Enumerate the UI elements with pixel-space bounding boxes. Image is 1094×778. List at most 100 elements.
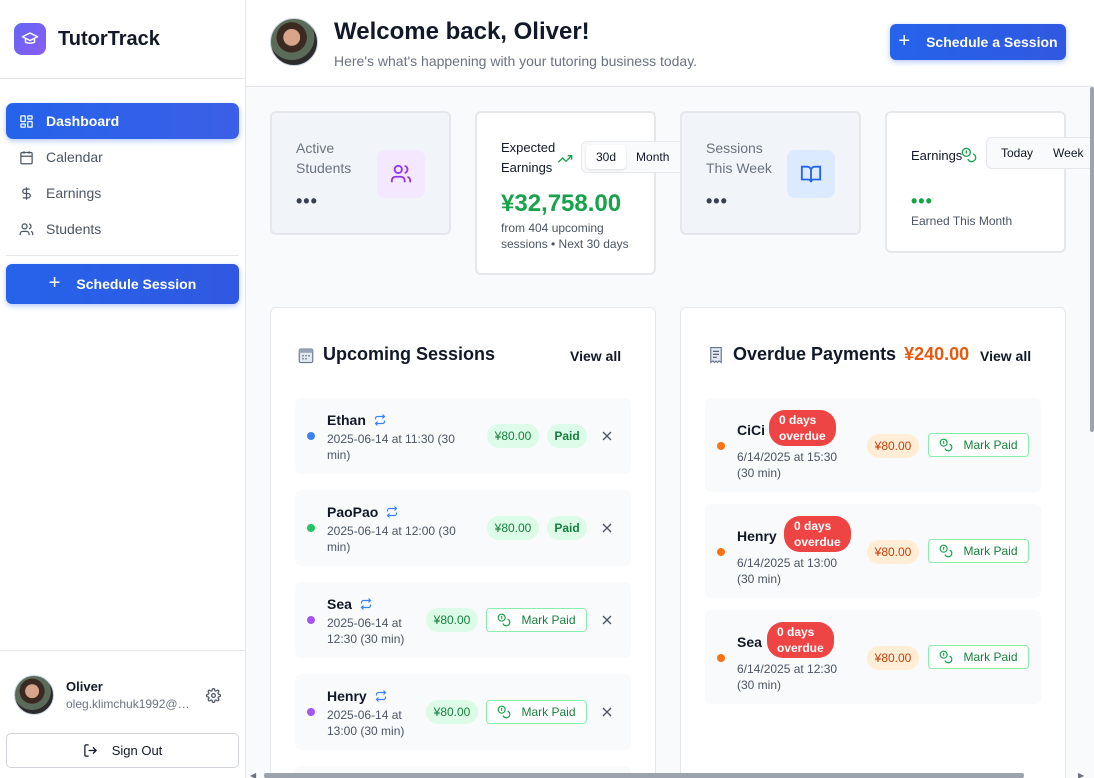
plus-icon: + (898, 29, 911, 52)
loading-indicator: ••• (296, 191, 318, 211)
overdue-badge: 0 days overdue (784, 516, 851, 552)
session-row[interactable]: Henry 2025-06-14 at 13:00 (30 min) ¥80.0… (295, 674, 631, 750)
overdue-row[interactable]: Sea 0 days overdue 6/14/2025 at 12:30 (3… (705, 610, 1041, 704)
range-30d[interactable]: 30d (586, 145, 627, 169)
mark-paid-button[interactable]: Mark Paid (928, 645, 1029, 669)
avatar (270, 18, 318, 66)
close-icon[interactable] (600, 705, 614, 719)
overdue-payments-panel: Overdue Payments ¥240.00 View all CiCi 0… (680, 307, 1066, 778)
expected-amount: ¥32,758.00 (501, 190, 622, 217)
range-today[interactable]: Today (991, 141, 1043, 165)
amount-badge: ¥80.00 (487, 516, 539, 540)
user-name: Oliver (66, 679, 103, 694)
close-icon[interactable] (600, 429, 614, 443)
stat-card-sessions-week: Sessions This Week ••• (680, 111, 861, 235)
vertical-scrollbar[interactable] (1090, 87, 1094, 432)
users-icon (377, 150, 425, 198)
log-out-icon (83, 743, 98, 758)
repeat-icon (374, 414, 386, 426)
range-week[interactable]: Week (1043, 141, 1093, 165)
calendar-icon (297, 346, 315, 364)
stat-card-active-students: Active Students ••• (270, 111, 451, 235)
users-icon (18, 221, 34, 237)
status-dot (307, 616, 315, 624)
amount-badge: ¥80.00 (867, 646, 919, 670)
loading-indicator: ••• (706, 191, 728, 211)
book-open-icon (787, 150, 835, 198)
status-dot (307, 432, 315, 440)
mark-paid-button[interactable]: Mark Paid (928, 539, 1029, 563)
sidebar-item-students[interactable]: Students (6, 211, 239, 247)
mark-paid-button[interactable]: Mark Paid (486, 700, 587, 724)
amount-badge: ¥80.00 (426, 608, 478, 632)
sidebar: TutorTrack Dashboard Calendar Earnings S… (0, 0, 246, 778)
schedule-a-session-button[interactable]: + Schedule a Session (890, 24, 1066, 60)
scroll-left-arrow[interactable]: ◀ (250, 771, 256, 778)
status-dot (717, 548, 725, 556)
receipt-icon (707, 346, 725, 364)
sidebar-item-label: Earnings (46, 185, 102, 201)
overdue-badge: 0 days overdue (767, 622, 834, 658)
overdue-row[interactable]: Henry 0 days overdue 6/14/2025 at 13:00 … (705, 504, 1041, 598)
graduation-cap-icon (14, 23, 46, 55)
overdue-badge: 0 days overdue (769, 410, 836, 446)
repeat-icon (360, 598, 372, 610)
horizontal-scrollbar[interactable] (264, 773, 1024, 778)
view-all-upcoming-link[interactable]: View all (570, 348, 621, 364)
schedule-session-button[interactable]: + Schedule Session (6, 264, 239, 304)
coins-icon (497, 705, 511, 719)
calendar-icon (18, 149, 34, 165)
upcoming-sessions-panel: Upcoming Sessions View all Ethan 2025-06… (270, 307, 656, 778)
amount-badge: ¥80.00 (867, 540, 919, 564)
range-month[interactable]: Month (626, 145, 679, 169)
session-row[interactable]: Sea 2025-06-14 at 12:30 (30 min) ¥80.00 … (295, 582, 631, 658)
page-header: Welcome back, Oliver! Here's what's happ… (246, 0, 1094, 87)
close-icon[interactable] (600, 613, 614, 627)
loading-indicator: ••• (911, 191, 933, 211)
sidebar-item-earnings[interactable]: Earnings (6, 175, 239, 211)
stat-card-expected-earnings: Expected Earnings 30d Month ¥32,758.00 f… (475, 111, 699, 275)
user-email: oleg.klimchuk1992@gmail.com (66, 697, 194, 711)
amount-badge: ¥80.00 (867, 434, 919, 458)
page-subtitle: Here's what's happening with your tutori… (334, 53, 698, 69)
plus-icon: + (48, 271, 61, 294)
coins-icon (497, 613, 511, 627)
panel-title: Overdue Payments ¥240.00 (707, 344, 969, 365)
coins-icon (961, 147, 977, 168)
repeat-icon (386, 506, 398, 518)
session-row[interactable]: PaoPao 2025-06-14 at 12:00 (30 min) ¥80.… (295, 490, 631, 566)
sidebar-nav: Dashboard Calendar Earnings Students + S… (0, 79, 245, 304)
grid-icon (18, 113, 34, 129)
sidebar-item-label: Dashboard (46, 113, 120, 129)
stat-card-earnings: Earnings Today Week ••• Earned This Mont… (885, 111, 1094, 253)
view-all-overdue-link[interactable]: View all (980, 348, 1031, 364)
mark-paid-button[interactable]: Mark Paid (928, 433, 1029, 457)
repeat-icon (375, 690, 387, 702)
overdue-row[interactable]: CiCi 0 days overdue 6/14/2025 at 15:30 (… (705, 398, 1041, 492)
range-toggle: Today Week (986, 137, 1094, 169)
coins-icon (939, 544, 953, 558)
status-dot (717, 442, 725, 450)
paid-badge: Paid (547, 516, 587, 540)
session-row[interactable]: Ethan 2025-06-14 at 11:30 (30 min) ¥80.0… (295, 398, 631, 474)
close-icon[interactable] (600, 521, 614, 535)
paid-badge: Paid (547, 424, 587, 448)
sidebar-item-dashboard[interactable]: Dashboard (6, 103, 239, 139)
sign-out-button[interactable]: Sign Out (6, 733, 239, 768)
avatar (14, 675, 54, 715)
scroll-right-arrow[interactable]: ▶ (1078, 771, 1084, 778)
trending-up-icon (557, 151, 573, 172)
sidebar-item-calendar[interactable]: Calendar (6, 139, 239, 175)
divider (6, 255, 239, 256)
gear-icon[interactable] (204, 686, 222, 704)
coins-icon (939, 650, 953, 664)
status-dot (717, 654, 725, 662)
status-dot (307, 524, 315, 532)
amount-badge: ¥80.00 (487, 424, 539, 448)
page-title: Welcome back, Oliver! (334, 18, 590, 45)
overdue-total: ¥240.00 (904, 344, 970, 364)
panel-title: Upcoming Sessions (297, 344, 495, 365)
user-row: Oliver oleg.klimchuk1992@gmail.com (6, 675, 239, 715)
amount-badge: ¥80.00 (426, 700, 478, 724)
mark-paid-button[interactable]: Mark Paid (486, 608, 587, 632)
